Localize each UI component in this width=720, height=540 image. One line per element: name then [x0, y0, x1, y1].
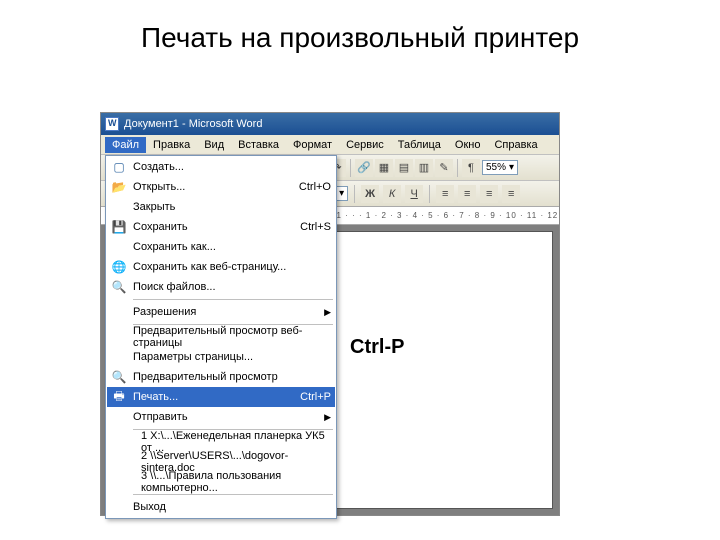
menu-item-label: Создать...	[133, 161, 331, 173]
blank-icon	[109, 328, 129, 346]
align-justify-icon[interactable]: ≡	[502, 185, 520, 203]
menu-item-label: Предварительный просмотр	[133, 371, 331, 383]
italic-button[interactable]: К	[383, 185, 401, 203]
chevron-down-icon: ▾	[509, 162, 514, 173]
menu-item-permissions[interactable]: Разрешения ▶	[107, 302, 335, 322]
menu-shortcut: Ctrl+S	[300, 221, 331, 233]
chevron-down-icon: ▾	[339, 188, 344, 199]
menu-item-label: Печать...	[133, 391, 300, 403]
tb-show-marks-icon[interactable]: ¶	[462, 159, 480, 177]
align-left-icon[interactable]: ≡	[436, 185, 454, 203]
menu-item-label: Сохранить как...	[133, 241, 331, 253]
menu-window[interactable]: Окно	[448, 137, 488, 153]
menu-item-label: Отправить	[133, 411, 320, 423]
blank-icon	[109, 453, 129, 471]
underline-button[interactable]: Ч	[405, 185, 423, 203]
word-doc-icon	[105, 117, 119, 131]
menu-shortcut: Ctrl+P	[300, 391, 331, 403]
menu-item-label: Открыть...	[133, 181, 299, 193]
tb-sep	[457, 159, 458, 177]
submenu-arrow-icon: ▶	[324, 307, 331, 318]
window-titlebar: Документ1 - Microsoft Word	[101, 113, 559, 135]
menu-item-label: 3 \\...\Правила пользования компьютерно.…	[133, 470, 331, 494]
search-icon: 🔍	[109, 278, 129, 296]
blank-icon	[109, 303, 129, 321]
blank-icon	[109, 238, 129, 256]
menu-item-label: Сохранить	[133, 221, 300, 233]
window-title: Документ1 - Microsoft Word	[124, 118, 262, 130]
menu-item-label: Предварительный просмотр веб-страницы	[133, 325, 331, 349]
menu-item-open[interactable]: 📂 Открыть... Ctrl+O	[107, 177, 335, 197]
menu-item-label: Поиск файлов...	[133, 281, 331, 293]
new-doc-icon: ▢	[109, 158, 129, 176]
tb-columns-icon[interactable]: ▥	[415, 159, 433, 177]
tb-sep	[350, 159, 351, 177]
slide-title: Печать на произвольный принтер	[0, 0, 720, 54]
blank-icon	[109, 473, 129, 491]
menu-item-save-as-web[interactable]: 🌐 Сохранить как веб-страницу...	[107, 257, 335, 277]
align-center-icon[interactable]: ≡	[458, 185, 476, 203]
menu-item-new[interactable]: ▢ Создать...	[107, 157, 335, 177]
blank-icon	[109, 198, 129, 216]
word-window: Документ1 - Microsoft Word Файл Правка В…	[100, 112, 560, 516]
menu-file[interactable]: Файл	[105, 137, 146, 153]
shortcut-annotation: Ctrl-P	[350, 336, 404, 359]
menu-item-send[interactable]: Отправить ▶	[107, 407, 335, 427]
tb-table-icon[interactable]: ▦	[375, 159, 393, 177]
tb-sep	[429, 185, 430, 203]
menu-item-label: Закрыть	[133, 201, 331, 213]
menu-item-page-setup[interactable]: Параметры страницы...	[107, 347, 335, 367]
save-icon: 💾	[109, 218, 129, 236]
blank-icon	[109, 433, 129, 451]
blank-icon	[109, 408, 129, 426]
web-icon: 🌐	[109, 258, 129, 276]
preview-icon: 🔍	[109, 368, 129, 386]
zoom-combo[interactable]: 55%▾	[482, 160, 518, 175]
menu-item-recent-2[interactable]: 2 \\Server\USERS\...\dogovor-sintera.doc	[107, 452, 335, 472]
menu-item-label: Сохранить как веб-страницу...	[133, 261, 331, 273]
menu-table[interactable]: Таблица	[391, 137, 448, 153]
menu-bar: Файл Правка Вид Вставка Формат Сервис Та…	[101, 135, 559, 155]
menu-item-recent-3[interactable]: 3 \\...\Правила пользования компьютерно.…	[107, 472, 335, 492]
blank-icon	[109, 498, 129, 516]
menu-help[interactable]: Справка	[487, 137, 544, 153]
tb-drawing-icon[interactable]: ✎	[435, 159, 453, 177]
align-right-icon[interactable]: ≡	[480, 185, 498, 203]
menu-item-file-search[interactable]: 🔍 Поиск файлов...	[107, 277, 335, 297]
menu-item-save-as[interactable]: Сохранить как...	[107, 237, 335, 257]
tb-excel-icon[interactable]: ▤	[395, 159, 413, 177]
zoom-value: 55%	[486, 162, 506, 173]
menu-view[interactable]: Вид	[197, 137, 231, 153]
menu-insert[interactable]: Вставка	[231, 137, 286, 153]
menu-item-close[interactable]: Закрыть	[107, 197, 335, 217]
tb-link-icon[interactable]: 🔗	[355, 159, 373, 177]
printer-icon: 🖶	[109, 388, 129, 406]
bold-button[interactable]: Ж	[361, 185, 379, 203]
blank-icon	[109, 348, 129, 366]
menu-item-label: Разрешения	[133, 306, 320, 318]
menu-item-web-preview[interactable]: Предварительный просмотр веб-страницы	[107, 327, 335, 347]
menu-tools[interactable]: Сервис	[339, 137, 391, 153]
menu-item-exit[interactable]: Выход	[107, 497, 335, 517]
menu-edit[interactable]: Правка	[146, 137, 197, 153]
menu-separator	[133, 299, 333, 300]
submenu-arrow-icon: ▶	[324, 412, 331, 423]
open-icon: 📂	[109, 178, 129, 196]
file-menu-dropdown: ▢ Создать... 📂 Открыть... Ctrl+O Закрыть…	[105, 155, 337, 519]
menu-item-print-preview[interactable]: 🔍 Предварительный просмотр	[107, 367, 335, 387]
menu-format[interactable]: Формат	[286, 137, 339, 153]
menu-item-save[interactable]: 💾 Сохранить Ctrl+S	[107, 217, 335, 237]
menu-item-print[interactable]: 🖶 Печать... Ctrl+P	[107, 387, 335, 407]
menu-separator	[133, 494, 333, 495]
menu-item-recent-1[interactable]: 1 X:\...\Еженедельная планерка УК5 от ..…	[107, 432, 335, 452]
menu-item-label: Параметры страницы...	[133, 351, 331, 363]
tb-sep	[354, 185, 355, 203]
menu-item-label: Выход	[133, 501, 331, 513]
document-page[interactable]	[321, 231, 553, 509]
menu-shortcut: Ctrl+O	[299, 181, 331, 193]
